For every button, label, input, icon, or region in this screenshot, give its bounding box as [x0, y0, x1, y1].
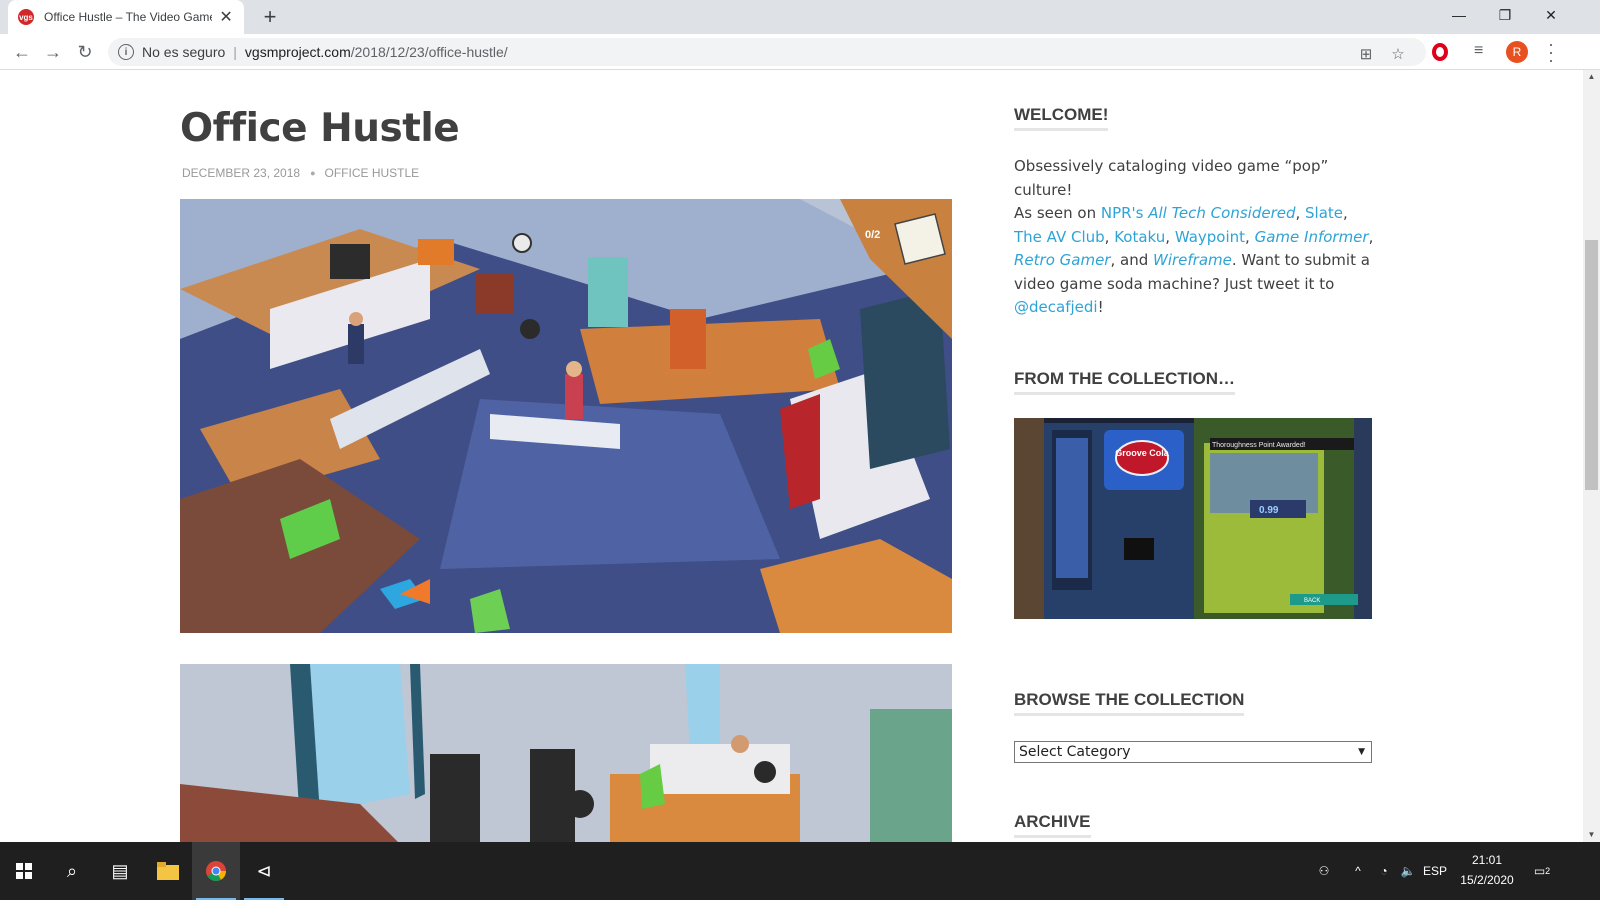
minimize-icon[interactable]: — [1436, 0, 1482, 30]
kebab-menu-icon[interactable]: · · · [1545, 35, 1557, 69]
url-path: /2018/12/23/office-hustle/ [350, 44, 508, 60]
reload-icon[interactable]: ↻ [73, 40, 97, 64]
game-screenshot-1[interactable]: 0/2 [180, 199, 952, 633]
chrome-taskbar-icon[interactable] [192, 842, 240, 900]
url-host: vgsmproject.com [244, 44, 351, 60]
close-window-icon[interactable]: ✕ [1528, 0, 1574, 30]
game-screenshot-2[interactable] [180, 664, 952, 842]
twitter-handle-link[interactable]: @decafjedi [1014, 298, 1098, 316]
office-scene-illustration: 0/2 [180, 199, 952, 633]
not-secure-label: No es seguro [142, 44, 226, 60]
windows-start-icon[interactable] [0, 842, 48, 900]
search-icon[interactable]: ⌕ [48, 842, 96, 900]
notification-count: 2 [1545, 866, 1551, 876]
info-icon[interactable]: i [118, 44, 134, 60]
post-meta: DECEMBER 23, 2018 ● OFFICE HUSTLE [182, 166, 419, 180]
scroll-down-icon[interactable]: ▼ [1583, 828, 1600, 842]
wifi-icon[interactable]: ◔ [1372, 842, 1396, 900]
windows-taskbar: ⌕ ▤ ⊲ ⚇ ^ ◔ 🔈 ESP 21:01 15/2/2020 ▭ 2 [0, 842, 1600, 900]
all-tech-considered-link[interactable]: All Tech Considered [1148, 204, 1295, 222]
task-view-icon[interactable]: ▤ [96, 842, 144, 900]
archive-widget-title: ARCHIVE [1014, 812, 1091, 838]
page-viewport: Office Hustle DECEMBER 23, 2018 ● OFFICE… [0, 70, 1583, 842]
price-display: 0.99 [1259, 505, 1279, 516]
tab-close-icon[interactable]: ✕ [218, 7, 234, 27]
opera-extension-icon[interactable] [1432, 43, 1448, 61]
system-clock[interactable]: 21:01 15/2/2020 [1452, 850, 1522, 890]
collection-widget-title: FROM THE COLLECTION… [1014, 369, 1235, 395]
npr-link[interactable]: NPR's [1101, 204, 1148, 222]
category-select-value: Select Category [1019, 744, 1131, 760]
clock-date: 15/2/2020 [1460, 873, 1514, 887]
translate-icon[interactable]: ⊞ [1356, 44, 1376, 64]
post-category-link[interactable]: OFFICE HUSTLE [325, 166, 420, 180]
url-separator: | [233, 44, 237, 60]
tab-title: Office Hustle – The Video Game Soda Mach… [44, 10, 212, 24]
file-explorer-icon[interactable] [144, 842, 192, 900]
profile-avatar[interactable]: R [1506, 41, 1528, 63]
app-taskbar-icon[interactable]: ⊲ [240, 842, 288, 900]
tab-strip: vgs Office Hustle – The Video Game Soda … [0, 0, 1600, 34]
kotaku-link[interactable]: Kotaku [1114, 228, 1165, 246]
chevron-down-icon: ▼ [1358, 747, 1365, 757]
new-tab-button[interactable]: + [258, 5, 282, 29]
notification-center-icon[interactable]: ▭ 2 [1524, 842, 1560, 900]
welcome-widget-title: WELCOME! [1014, 105, 1109, 131]
browse-widget-title: BROWSE THE COLLECTION [1014, 690, 1245, 716]
input-language[interactable]: ESP [1420, 842, 1450, 900]
welcome-tagline: Obsessively cataloging video game “pop” … [1014, 157, 1329, 199]
scroll-thumb[interactable] [1585, 240, 1598, 490]
hud-counter: 0/2 [865, 229, 880, 241]
slate-link[interactable]: Slate [1305, 204, 1343, 222]
post-date-link[interactable]: DECEMBER 23, 2018 [182, 166, 300, 180]
browser-toolbar: ← → ↻ i No es seguro | vgsmproject.com/2… [0, 34, 1600, 70]
media-queue-icon[interactable]: ≡ [1474, 42, 1483, 60]
scroll-up-icon[interactable]: ▲ [1583, 70, 1600, 84]
volume-icon[interactable]: 🔈 [1396, 842, 1420, 900]
restore-icon[interactable]: ❐ [1482, 0, 1528, 30]
collection-featured-image[interactable]: Groove Cola 0.99 Thoroughness Point Awar… [1014, 418, 1372, 619]
as-seen-on-paragraph: As seen on NPR's All Tech Considered, Sl… [1014, 204, 1374, 316]
soda-machine-illustration: Groove Cola 0.99 Thoroughness Point Awar… [1014, 418, 1372, 619]
active-tab[interactable]: vgs Office Hustle – The Video Game Soda … [8, 0, 244, 34]
retro-gamer-link[interactable]: Retro Gamer [1014, 251, 1110, 269]
game-informer-link[interactable]: Game Informer [1255, 228, 1369, 246]
meta-separator: ● [310, 168, 316, 178]
bookmark-star-icon[interactable]: ☆ [1388, 44, 1408, 64]
tray-expand-icon[interactable]: ^ [1346, 842, 1370, 900]
forward-arrow-icon[interactable]: → [41, 40, 65, 64]
page-scrollbar[interactable]: ▲ ▼ [1583, 70, 1600, 842]
site-favicon-icon: vgs [18, 9, 34, 25]
post-title: Office Hustle [180, 106, 460, 151]
office-scene-illustration-2 [180, 664, 952, 842]
people-icon[interactable]: ⚇ [1312, 842, 1336, 900]
category-select[interactable]: Select Category ▼ [1014, 741, 1372, 763]
back-button-label: BACK [1304, 598, 1320, 604]
clock-time: 21:01 [1471, 853, 1503, 867]
groove-cola-logo: Groove Cola [1115, 448, 1170, 458]
wireframe-link[interactable]: Wireframe [1153, 251, 1232, 269]
back-arrow-icon[interactable]: ← [10, 40, 34, 64]
waypoint-link[interactable]: Waypoint [1175, 228, 1245, 246]
address-bar[interactable]: i No es seguro | vgsmproject.com/2018/12… [108, 38, 1426, 66]
av-club-link[interactable]: The AV Club [1014, 228, 1105, 246]
point-awarded-banner: Thoroughness Point Awarded! [1212, 442, 1306, 449]
